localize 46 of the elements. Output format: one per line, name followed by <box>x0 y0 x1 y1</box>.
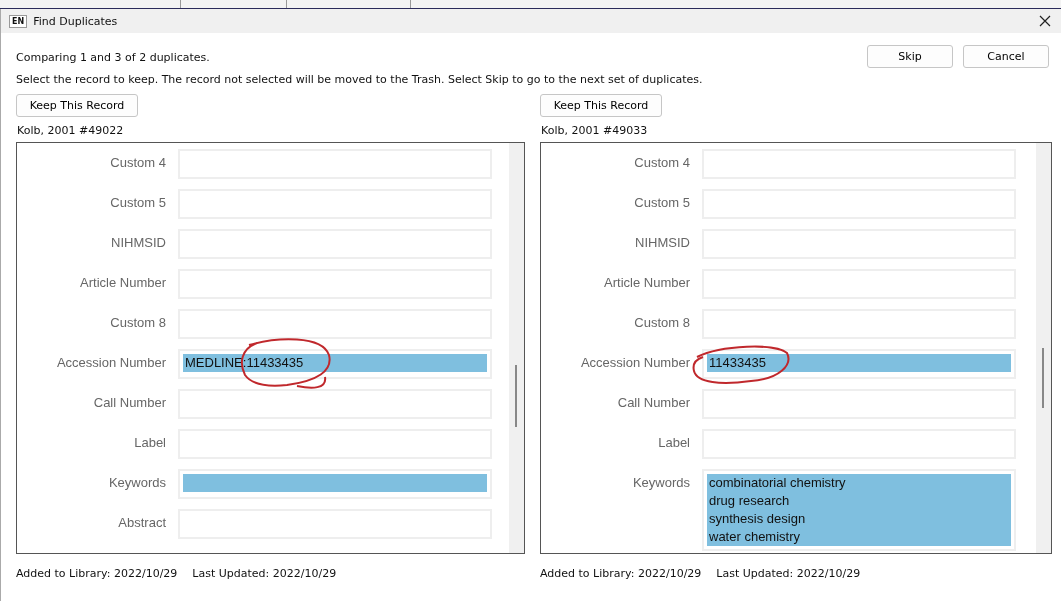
field-label: Custom 8 <box>109 314 167 332</box>
instruction-text: Select the record to keep. The record not selected will be moved to the Trash. Select Skip to go to the next set of duplicates. <box>16 73 704 86</box>
field-label: NIHMSID <box>634 234 691 252</box>
field-label: Call Number <box>616 394 691 412</box>
field-label: Custom 4 <box>633 154 691 172</box>
record-id: Kolb, 2001 #49033 <box>541 124 649 137</box>
app-badge: EN <box>9 14 28 28</box>
updated-date: Last Updated: 2022/10/29 <box>716 567 861 580</box>
field-input[interactable] <box>178 389 492 419</box>
field-label: Custom 5 <box>109 194 167 212</box>
window-title: Find Duplicates <box>33 14 119 28</box>
field-input[interactable] <box>178 309 492 339</box>
record-id: Kolb, 2001 #49022 <box>17 124 125 137</box>
field-label: NIHMSID <box>110 234 167 252</box>
field-label: Article Number <box>79 274 167 292</box>
field-label: Accession Number <box>55 354 167 372</box>
field-value: 11433435 <box>708 354 767 372</box>
field-value: water chemistry <box>708 528 802 546</box>
field-label: Custom 4 <box>109 154 167 172</box>
field-label: Custom 5 <box>633 194 691 212</box>
keep-record-button[interactable]: Keep This Record <box>540 94 662 117</box>
scrollbar[interactable] <box>509 143 524 553</box>
field-input[interactable]: 11433435 <box>702 349 1016 379</box>
skip-button[interactable]: Skip <box>867 45 953 68</box>
field-label: Keywords <box>107 474 167 492</box>
field-input[interactable]: combinatorial chemistry drug research synthesis design water chemistry <box>702 469 1016 551</box>
field-input[interactable] <box>178 469 492 499</box>
field-value: drug research <box>708 492 791 510</box>
field-value: combinatorial chemistry <box>708 474 847 492</box>
field-label: Accession Number <box>579 354 691 372</box>
cancel-button[interactable]: Cancel <box>963 45 1049 68</box>
field-label: Custom 8 <box>633 314 691 332</box>
added-date: Added to Library: 2022/10/29 <box>16 567 178 580</box>
added-date: Added to Library: 2022/10/29 <box>540 567 702 580</box>
field-label: Label <box>133 434 167 452</box>
keep-record-button[interactable]: Keep This Record <box>16 94 138 117</box>
field-label: Call Number <box>92 394 167 412</box>
updated-date: Last Updated: 2022/10/29 <box>192 567 337 580</box>
field-value: synthesis design <box>708 510 807 528</box>
field-label: Article Number <box>603 274 691 292</box>
scrollbar[interactable] <box>1036 143 1051 553</box>
field-label: Abstract <box>117 514 167 532</box>
field-label: Label <box>657 434 691 452</box>
field-label: Keywords <box>631 474 691 492</box>
status-text: Comparing 1 and 3 of 2 duplicates. <box>16 51 211 64</box>
close-icon[interactable] <box>1039 15 1051 27</box>
